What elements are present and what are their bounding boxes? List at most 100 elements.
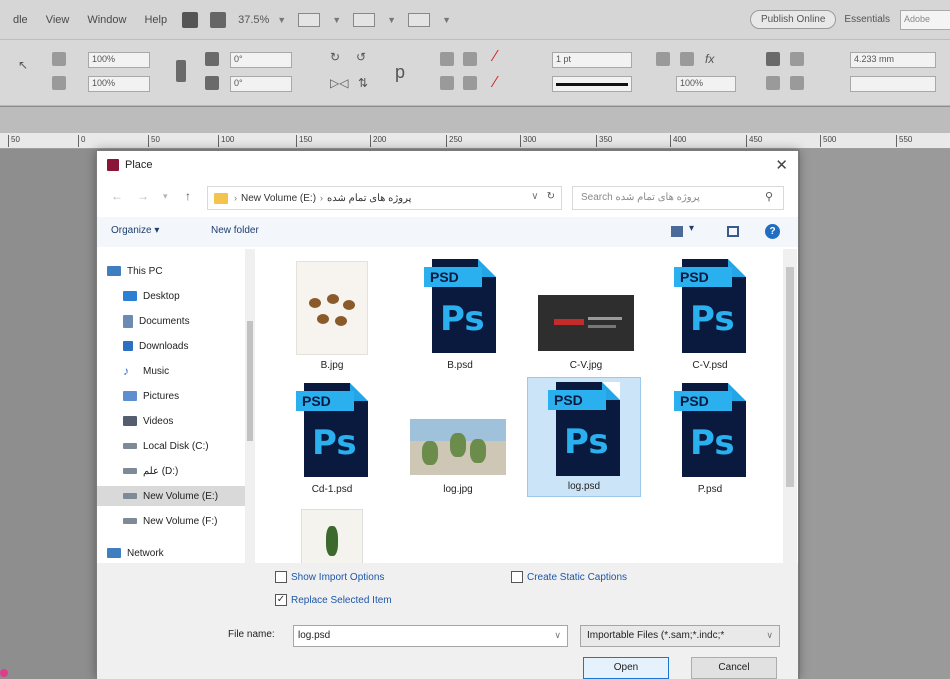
workspace-switcher[interactable]: Essentials (844, 14, 890, 25)
fit-frame-icon[interactable] (656, 52, 670, 66)
zoom-level[interactable]: 37.5% (238, 14, 269, 26)
menu-window[interactable]: Window (78, 14, 135, 26)
create-static-captions-checkbox[interactable]: Create Static Captions (511, 571, 627, 583)
stock-icon[interactable] (210, 11, 227, 28)
select-next-icon[interactable] (463, 76, 477, 90)
file-list-scrollbar-thumb[interactable] (786, 267, 794, 487)
rotation-field[interactable]: 0° (230, 52, 292, 68)
nav-item-videos[interactable]: Videos (123, 411, 245, 431)
select-previous-icon[interactable] (463, 52, 477, 66)
new-folder-button[interactable]: New folder (211, 225, 259, 236)
checkbox-box[interactable] (275, 571, 287, 583)
arrange-documents-icon[interactable] (408, 12, 431, 27)
fill-none-icon[interactable]: ⁄ (494, 48, 497, 66)
back-arrow-icon[interactable]: ← (111, 189, 123, 203)
file-item[interactable]: PSD Ps C-V.psd (653, 255, 767, 375)
file-item-selected[interactable]: PSD Ps log.psd (527, 377, 641, 497)
constrain-proportions-icon[interactable] (176, 60, 186, 82)
menu-help[interactable]: Help (135, 14, 176, 26)
fit-content-icon[interactable] (680, 52, 694, 66)
view-options-dropdown-icon[interactable]: ▼ (332, 15, 341, 25)
menu-edit[interactable]: dle (4, 14, 37, 26)
help-icon[interactable]: ? (765, 224, 780, 239)
close-icon[interactable]: ✕ (775, 156, 788, 174)
nav-item-drive-d[interactable]: علم (D:) (123, 461, 245, 481)
nav-item-local-disk-c[interactable]: Local Disk (C:) (123, 436, 245, 456)
nav-item-desktop[interactable]: Desktop (123, 286, 245, 306)
wrap-none-icon[interactable] (766, 52, 780, 66)
file-item[interactable]: log.jpg (401, 379, 515, 499)
select-container-icon[interactable] (440, 52, 454, 66)
flip-horizontal-icon[interactable]: ▷◁ (330, 76, 348, 90)
change-view-icon[interactable] (671, 226, 683, 237)
chevron-down-icon[interactable]: ∨ (766, 630, 773, 641)
nav-item-new-volume-f[interactable]: New Volume (F:) (123, 511, 245, 531)
open-button[interactable]: Open (583, 657, 669, 679)
reference-point-icon-2[interactable] (52, 76, 66, 90)
stroke-type-field[interactable] (552, 76, 632, 92)
show-import-options-checkbox[interactable]: Show Import Options (275, 571, 384, 583)
nav-item-new-volume-e[interactable]: New Volume (E:) (97, 486, 245, 506)
preview-pane-icon[interactable] (727, 226, 739, 237)
search-input[interactable]: Search پروژه های تمام شده (572, 186, 784, 210)
nav-item-documents[interactable]: Documents (123, 311, 245, 331)
breadcrumb-volume[interactable]: New Volume (E:) (241, 193, 316, 204)
refresh-icon[interactable]: ∨ ↻ (531, 191, 555, 202)
chevron-right-icon[interactable]: › (234, 193, 237, 203)
cancel-button[interactable]: Cancel (691, 657, 777, 679)
file-item[interactable]: C-V.jpg (529, 255, 643, 375)
scale-y-field[interactable]: 100% (88, 76, 150, 92)
file-item[interactable]: B.jpg (275, 255, 389, 375)
arrange-dropdown-icon[interactable]: ▼ (442, 15, 451, 25)
scale-x-field[interactable]: 100% (88, 52, 150, 68)
file-item[interactable]: PSD Ps B.psd (403, 255, 517, 375)
selection-tool-icon[interactable]: ↖ (18, 58, 28, 72)
replace-selected-item-checkbox[interactable]: ✓ Replace Selected Item (275, 594, 392, 606)
publish-online-button[interactable]: Publish Online (749, 10, 837, 29)
chevron-right-icon[interactable]: › (320, 193, 323, 203)
shear-field[interactable]: 0° (230, 76, 292, 92)
opacity-field[interactable]: 100% (676, 76, 736, 92)
reference-p-icon[interactable]: p (395, 62, 405, 83)
file-item[interactable] (275, 503, 389, 563)
nav-item-downloads[interactable]: Downloads (123, 336, 245, 356)
breadcrumb-folder[interactable]: پروژه های تمام شده (327, 193, 411, 204)
select-content-icon[interactable] (440, 76, 454, 90)
chevron-down-icon[interactable]: ∨ (554, 630, 561, 641)
rotate-ccw-icon[interactable]: ↺ (356, 50, 366, 64)
color-swatch-field[interactable] (850, 76, 936, 92)
file-name-input[interactable]: log.psd ∨ (293, 625, 568, 647)
effects-fx-icon[interactable]: fx (705, 52, 714, 66)
width-field[interactable]: 4.233 mm (850, 52, 936, 68)
view-dropdown-icon[interactable]: ▾ (689, 223, 694, 234)
nav-item-music[interactable]: ♪ Music (123, 361, 245, 381)
screen-mode-icon[interactable] (353, 12, 376, 27)
rotate-cw-icon[interactable]: ↻ (330, 50, 340, 64)
file-type-select[interactable]: Importable Files (*.sam;*.indc;* ∨ (580, 625, 780, 647)
bridge-icon[interactable] (182, 11, 199, 28)
nav-item-network[interactable]: Network (107, 543, 245, 563)
file-item[interactable]: PSD Ps P.psd (653, 379, 767, 499)
stroke-none-icon[interactable]: ⁄ (494, 74, 497, 92)
menu-view[interactable]: View (37, 14, 79, 26)
address-bar[interactable]: › New Volume (E:) › پروژه های تمام شده ∨… (207, 186, 562, 210)
zoom-dropdown-icon[interactable]: ▼ (277, 15, 286, 25)
checkbox-box[interactable] (511, 571, 523, 583)
align-left-icon[interactable] (766, 76, 780, 90)
wrap-bounding-icon[interactable] (790, 52, 804, 66)
view-options-icon[interactable] (298, 12, 321, 27)
nav-item-pictures[interactable]: Pictures (123, 386, 245, 406)
flip-vertical-icon[interactable]: ⇅ (358, 76, 368, 90)
organize-button[interactable]: Organize ▾ (111, 225, 159, 236)
search-icon[interactable]: ⚲ (765, 190, 773, 203)
file-item[interactable]: PSD Ps Cd-1.psd (275, 379, 389, 499)
nav-item-this-pc[interactable]: This PC (107, 261, 245, 281)
align-center-icon[interactable] (790, 76, 804, 90)
forward-arrow-icon[interactable]: → (137, 189, 149, 203)
nav-scrollbar-thumb[interactable] (247, 321, 253, 441)
up-arrow-icon[interactable]: ↑ (185, 189, 191, 203)
adobe-stock-search[interactable]: Adobe (900, 9, 950, 30)
checkmark-icon[interactable]: ✓ (275, 594, 287, 606)
reference-point-icon[interactable] (52, 52, 66, 66)
screen-mode-dropdown-icon[interactable]: ▼ (387, 15, 396, 25)
